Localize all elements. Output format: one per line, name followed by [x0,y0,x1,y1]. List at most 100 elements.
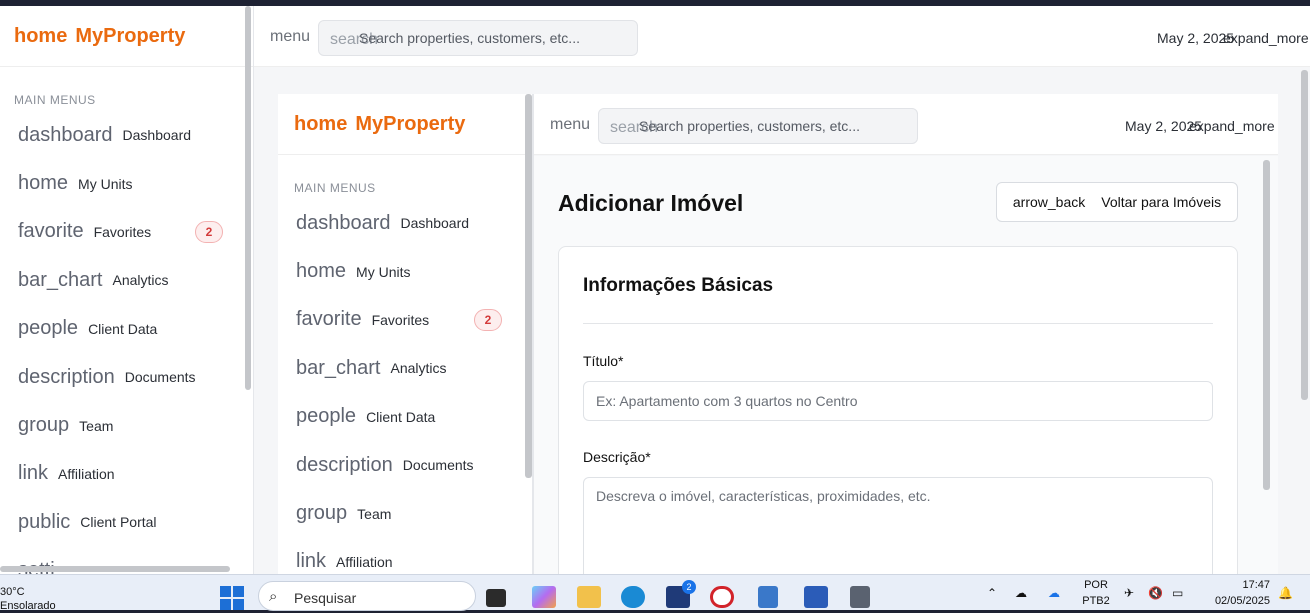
sidebar-item-favorites[interactable]: favorite Favorites 2 [278,296,532,344]
brand-name: MyProperty [75,24,186,47]
home-icon: home [294,112,348,135]
page-title: Adicionar Imóvel [558,190,744,216]
sidebar-item-label: Favorites [93,223,152,240]
sidebar: home MyProperty MAIN MENUS dashboard Dash… [0,6,254,574]
brand-logo[interactable]: home MyProperty [0,6,253,67]
description-field-label: Descrição* [583,449,651,465]
main-scrollbar[interactable] [1263,160,1270,490]
sidebar-item-dashboard[interactable]: dashboard Dashboard [0,111,253,159]
sidebar-item-analytics[interactable]: bar_chart Analytics [0,256,253,304]
volume-mute-icon[interactable]: 🔇 [1148,586,1163,600]
people-icon: people [296,405,357,428]
sidebar-item-label: Dashboard [400,215,470,232]
weather-description: Ensolarado [0,600,56,612]
section-title: MAIN MENUS [294,181,376,195]
app-notification-badge: 2 [682,580,696,594]
menu-icon[interactable]: menu [270,28,310,46]
word-icon[interactable] [804,586,828,608]
search-input[interactable] [359,21,629,55]
sidebar-nav: dashboard Dashboard home My Units favorite… [0,107,253,574]
group-icon: group [296,502,348,525]
sidebar-item-favorites[interactable]: favorite Favorites 2 [0,208,253,256]
sidebar-item-label: Affiliation [58,465,115,482]
search-box[interactable]: search [598,108,918,144]
notepad-icon[interactable] [758,586,778,608]
sidebar-item-label: Analytics [390,360,447,377]
cloud-icon[interactable]: ☁ [1015,586,1027,600]
sidebar-item-label: Team [357,505,392,522]
expand-more-icon[interactable]: expand_more [1223,30,1309,46]
home-icon: home [14,24,68,47]
favorite-icon: favorite [296,308,362,331]
sidebar-item-documents[interactable]: description Documents [0,353,253,401]
sidebar-item-documents[interactable]: description Documents [278,441,532,489]
taskbar-search[interactable]: ⌕ Pesquisar [258,581,476,611]
calculator-icon[interactable] [850,586,870,608]
copilot-icon[interactable] [532,586,556,608]
language-indicator[interactable]: POR PTB2 [1068,577,1124,609]
title-field[interactable] [583,381,1213,421]
sidebar-scrollbar[interactable] [245,6,251,390]
weather-widget[interactable]: 30°C Ensolarado [0,585,56,613]
sidebar-item-label: Client Data [366,408,436,425]
notification-icon[interactable]: 🔔 [1278,586,1293,600]
sidebar-item-label: Team [79,417,114,434]
sidebar-item-team[interactable]: group Team [0,401,253,449]
search-input[interactable] [639,109,909,143]
sidebar-item-client-data[interactable]: people Client Data [278,393,532,441]
airplane-mode-icon[interactable]: ✈ [1124,586,1134,600]
sidebar-item-client-portal[interactable]: public Client Portal [0,498,253,546]
clock-time: 17:47 [1242,579,1270,591]
opera-browser-icon[interactable] [710,586,734,608]
sidebar-item-label: Favorites [371,311,430,328]
sidebar-item-analytics[interactable]: bar_chart Analytics [278,344,532,392]
bar-chart-icon: bar_chart [296,356,381,379]
basic-info-card: Informações Básicas Título* Descrição* [558,246,1238,574]
app-l-icon[interactable]: 2 [666,580,696,608]
home-icon: home [18,172,69,195]
people-icon: people [18,317,79,340]
keyboard-layout: PTB2 [1082,595,1110,607]
sidebar-item-my-units[interactable]: home My Units [278,247,532,295]
chevron-up-icon[interactable]: ⌃ [987,586,997,600]
windows-taskbar: 30°C Ensolarado ⌕ Pesquisar 2 ⌃ ☁ ☁ POR … [0,574,1310,613]
sidebar-nav: dashboard Dashboard home My Units favorite… [278,195,532,574]
sidebar-item-label: Documents [402,457,474,474]
battery-icon[interactable]: ▭ [1172,586,1183,600]
menu-icon[interactable]: menu [550,116,590,134]
brand-logo[interactable]: home MyProperty [278,94,532,155]
sidebar-item-dashboard[interactable]: dashboard Dashboard [278,199,532,247]
sidebar-item-label: Documents [124,369,196,386]
sidebar-item-affiliation[interactable]: link Affiliation [278,538,532,574]
favorite-icon: favorite [18,220,84,243]
sidebar-item-team[interactable]: group Team [278,489,532,537]
nested-app-frame: home MyProperty MAIN MENUS dashboard Dash… [278,94,1278,574]
description-icon: description [296,453,393,476]
file-explorer-icon[interactable] [577,586,601,608]
back-to-properties-button[interactable]: arrow_back Voltar para Imóveis [996,182,1238,222]
public-icon: public [18,510,71,533]
sidebar-horizontal-scrollbar[interactable] [0,566,230,572]
content-scrollbar[interactable] [1301,70,1308,400]
sidebar-scrollbar[interactable] [525,94,532,478]
windows-start-icon[interactable] [220,586,244,610]
sidebar-item-affiliation[interactable]: link Affiliation [0,450,253,498]
back-button-label: Voltar para Imóveis [1101,194,1222,210]
search-box[interactable]: search [318,20,638,56]
taskbar-search-label: Pesquisar [294,590,357,606]
sidebar-item-my-units[interactable]: home My Units [0,159,253,207]
divider [583,323,1213,324]
top-header: menu search May 2, 2025 expand_more [254,6,1310,67]
sidebar-item-label: My Units [356,263,411,280]
system-clock[interactable]: 17:47 02/05/2025 [1204,577,1270,609]
task-view-icon[interactable] [486,589,506,607]
edge-browser-icon[interactable] [621,586,645,608]
sidebar-item-label: Client Data [88,320,158,337]
favorites-count-badge: 2 [195,220,223,243]
sidebar-item-client-data[interactable]: people Client Data [0,305,253,353]
sidebar: home MyProperty MAIN MENUS dashboard Dash… [278,94,532,574]
expand-more-icon[interactable]: expand_more [1189,118,1275,134]
arrow-back-icon: arrow_back [1012,194,1086,210]
onedrive-icon[interactable]: ☁ [1048,586,1060,600]
description-field[interactable] [583,477,1213,574]
